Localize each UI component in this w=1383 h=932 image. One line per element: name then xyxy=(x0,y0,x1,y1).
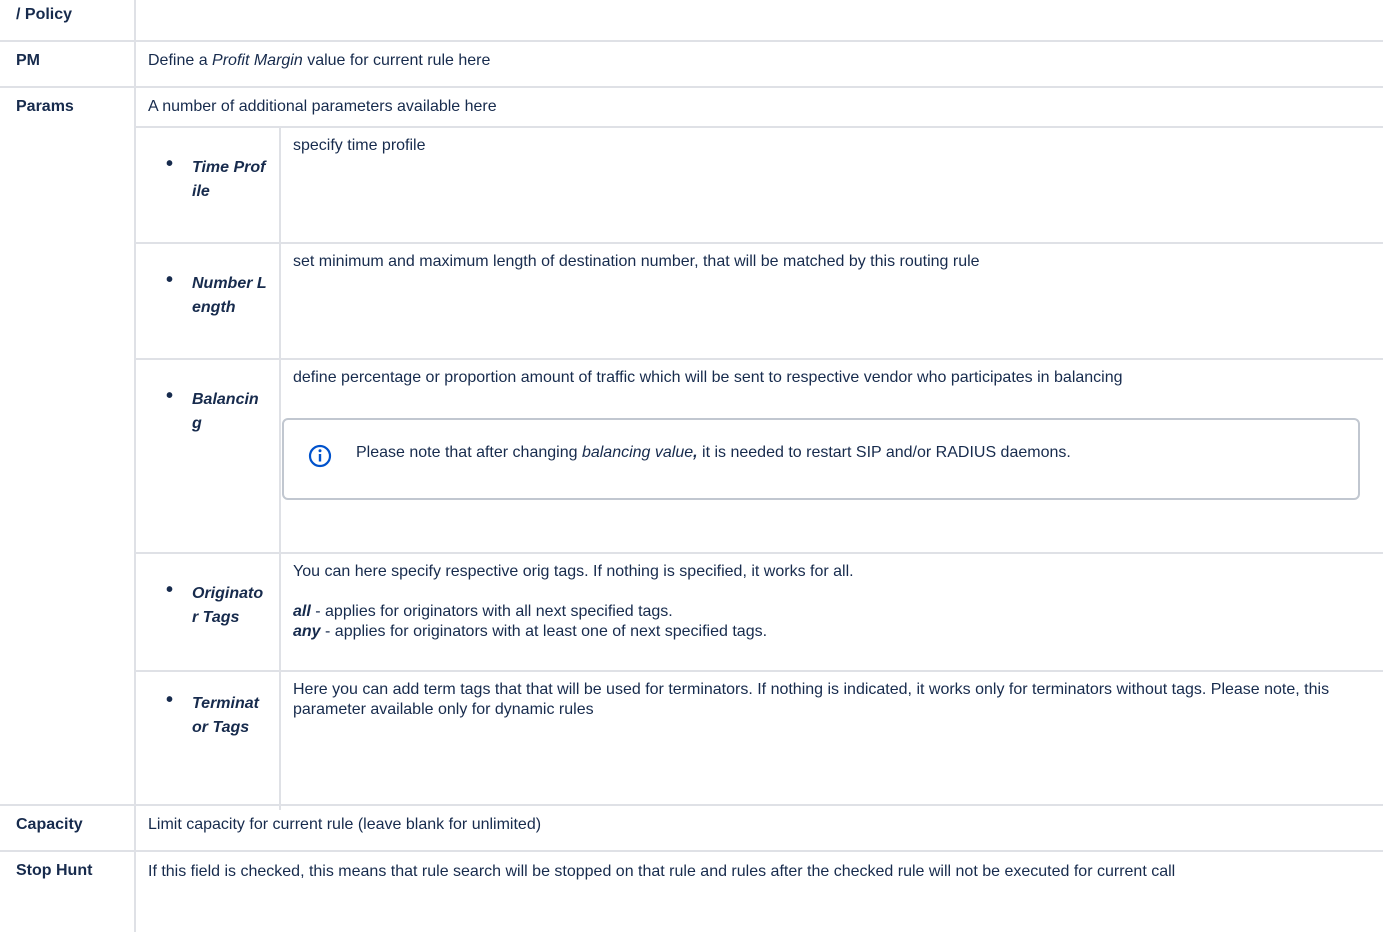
param-desc: Here you can add term tags that that wil… xyxy=(293,681,1330,718)
row-label: PM xyxy=(0,42,136,86)
param-name: Number Length xyxy=(162,268,267,320)
row-value xyxy=(136,0,1383,40)
param-name: Originator Tags xyxy=(162,578,267,630)
info-icon xyxy=(308,444,332,468)
param-name: Balancing xyxy=(162,384,267,436)
param-row-number-length: Number Length set minimum and maximum le… xyxy=(136,242,1383,358)
row-value: Limit capacity for current rule (leave b… xyxy=(148,816,542,833)
row-params: Params A number of additional parameters… xyxy=(0,88,1383,810)
row-capacity: Capacity Limit capacity for current rule… xyxy=(0,806,1383,852)
param-name: Time Profile xyxy=(162,152,267,204)
param-desc: define percentage or proportion amount o… xyxy=(293,369,1123,386)
row-value: Define a Profit Margin value for current… xyxy=(148,52,491,69)
param-row-time-profile: Time Profile specify time profile xyxy=(136,126,1383,242)
params-inner-table: Time Profile specify time profile Number… xyxy=(136,126,1383,810)
param-desc: specify time profile xyxy=(293,137,426,154)
row-pm: PM Define a Profit Margin value for curr… xyxy=(0,42,1383,88)
row-stop-hunt: Stop Hunt If this field is checked, this… xyxy=(0,852,1383,932)
param-row-terminator-tags: Terminator Tags Here you can add term ta… xyxy=(136,670,1383,810)
param-desc: set minimum and maximum length of destin… xyxy=(293,253,980,270)
param-name: Terminator Tags xyxy=(162,688,267,740)
row-label: Stop Hunt xyxy=(0,852,136,932)
param-row-originator-tags: Originator Tags You can here specify res… xyxy=(136,552,1383,670)
param-desc: You can here specify respective orig tag… xyxy=(293,563,854,580)
row-label: Params xyxy=(0,88,136,804)
param-row-balancing: Balancing define percentage or proportio… xyxy=(136,358,1383,552)
row-label: / Policy xyxy=(0,0,136,40)
row-label: Capacity xyxy=(0,806,136,850)
parameters-table: / Policy PM Define a Profit Margin value… xyxy=(0,0,1383,932)
row-value: A number of additional parameters availa… xyxy=(148,98,497,115)
row-policy: / Policy xyxy=(0,0,1383,42)
info-note: Please note that after changing balancin… xyxy=(282,418,1360,500)
row-value: If this field is checked, this means tha… xyxy=(148,863,1176,880)
